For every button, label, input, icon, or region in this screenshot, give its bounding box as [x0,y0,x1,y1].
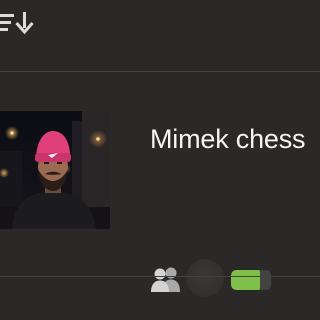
sort-button[interactable] [0,8,36,38]
battery-fill [231,270,260,290]
people-icon [150,266,182,292]
game-list-item[interactable]: Mimek chess [0,72,320,297]
screen: Mimek chess [0,0,320,320]
avatar [186,259,224,297]
sort-descending-icon [0,12,34,35]
profile-photo[interactable] [0,111,110,229]
battery-body [231,270,271,290]
game-title: Mimek chess [150,124,306,154]
bottom-divider [0,276,320,277]
battery-indicator [231,270,271,290]
top-toolbar [0,0,320,70]
